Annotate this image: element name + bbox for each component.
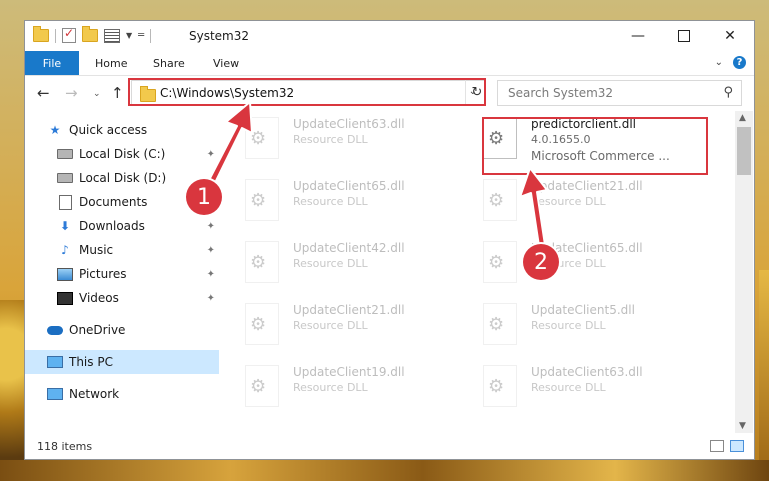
arrow-to-predictorclient [519,167,548,247]
step-1-badge: 1 [186,179,222,215]
annotation-arrows [206,101,548,247]
step-2-badge: 2 [523,244,559,280]
arrow-to-address-bar [206,101,253,188]
